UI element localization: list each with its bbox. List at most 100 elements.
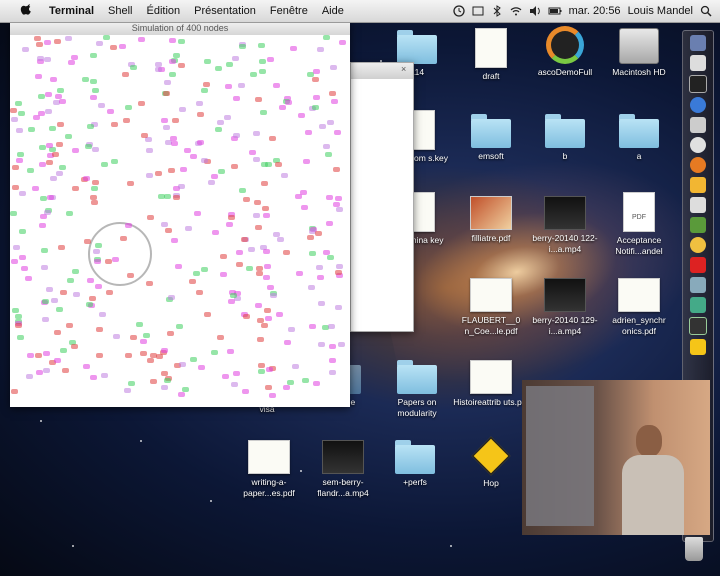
finder-icon[interactable] <box>690 35 706 51</box>
simulation-node <box>262 206 269 211</box>
menu-clock[interactable]: mar. 20:56 <box>569 5 621 17</box>
simulation-window[interactable]: Simulation of 400 nodes <box>10 21 350 407</box>
mail-icon[interactable] <box>690 117 706 133</box>
menu-aide[interactable]: Aide <box>315 5 351 17</box>
simulation-node <box>87 278 94 283</box>
desktop-icon-label: FLAUBERT__0 n_Coe...le.pdf <box>461 315 521 336</box>
presenter <box>622 425 684 535</box>
simulation-node <box>138 37 145 42</box>
simulation-node <box>40 196 47 201</box>
contacts-icon[interactable] <box>690 197 706 213</box>
simulation-node <box>67 278 74 283</box>
desktop-icon-label: Papers on modularity <box>397 397 437 418</box>
desktop-icon-filliatre[interactable]: filliatre.pdf <box>452 196 530 244</box>
background-window[interactable]: × <box>350 62 414 332</box>
system-preferences-icon[interactable] <box>690 297 706 313</box>
simulation-node <box>242 389 249 394</box>
simulation-node <box>263 249 270 254</box>
preview-icon[interactable] <box>690 277 706 293</box>
simulation-node <box>98 103 105 108</box>
simulation-canvas[interactable] <box>10 35 350 407</box>
wifi-icon[interactable] <box>510 5 522 17</box>
menu-fenetre[interactable]: Fenêtre <box>263 5 315 17</box>
simulation-node <box>36 42 43 47</box>
hop-app-icon[interactable] <box>690 339 706 355</box>
desktop-icon-berry-20140129[interactable]: berry-20140 129-i...a.mp4 <box>526 278 604 337</box>
simulation-node <box>253 157 260 162</box>
folder-icon <box>471 114 511 148</box>
simulation-node <box>147 358 154 363</box>
desktop-icon-sem-berry-flandr[interactable]: sem-berry- flandr...a.mp4 <box>304 440 382 499</box>
menu-edition[interactable]: Édition <box>140 5 188 17</box>
desktop-icon-berry-20140122[interactable]: berry-20140 122-i...a.mp4 <box>526 196 604 255</box>
simulation-node <box>49 126 56 131</box>
battery-icon[interactable] <box>548 5 562 17</box>
pdf-file-icon <box>470 360 512 394</box>
bluetooth-icon[interactable] <box>491 5 503 17</box>
desktop-icon-adrien-synchronics[interactable]: adrien_synchr onics.pdf <box>600 278 678 337</box>
simulation-node <box>90 79 97 84</box>
simulation-node <box>238 83 245 88</box>
kangaroo-sign-icon <box>452 434 530 478</box>
simulation-node <box>161 385 168 390</box>
simulation-node <box>196 101 203 106</box>
calendar-icon[interactable] <box>690 217 706 233</box>
desktop-icon-macintosh-hd[interactable]: Macintosh HD <box>600 28 678 78</box>
simulation-node <box>179 362 186 367</box>
simulation-node <box>90 53 97 58</box>
desktop-icon-perfs[interactable]: +perfs <box>376 440 454 488</box>
spotlight-icon[interactable] <box>700 5 712 17</box>
safari-icon[interactable] <box>690 97 706 113</box>
desktop-icon-ascodemofull[interactable]: ascoDemoFull <box>526 26 604 78</box>
simulation-node <box>259 69 266 74</box>
desktop-icon-b[interactable]: b <box>526 114 604 162</box>
simulation-window-title[interactable]: Simulation of 400 nodes <box>10 21 350 35</box>
menu-app-name[interactable]: Terminal <box>42 5 101 17</box>
menu-user[interactable]: Louis Mandel <box>628 5 693 17</box>
simulation-node <box>130 65 137 70</box>
desktop-icon-papers-on-modularity[interactable]: Papers on modularity <box>378 360 456 419</box>
desktop-icon-a[interactable]: a <box>600 114 678 162</box>
simulation-node <box>156 354 163 359</box>
close-icon[interactable]: × <box>401 65 410 74</box>
itunes-icon[interactable] <box>690 137 706 153</box>
launchpad-icon[interactable] <box>690 55 706 71</box>
simulation-node <box>328 324 335 329</box>
volume-icon[interactable] <box>529 5 541 17</box>
desktop-icon-flaubert[interactable]: FLAUBERT__0 n_Coe...le.pdf <box>452 278 530 337</box>
simulation-node <box>141 133 148 138</box>
simulation-node <box>161 222 168 227</box>
activity-monitor-icon[interactable] <box>689 317 707 335</box>
simulation-node <box>178 184 185 189</box>
desktop-icon-histoireattributs[interactable]: Histoireattrib uts.pdf <box>452 360 530 408</box>
desktop-icon-writing-a-paper[interactable]: writing-a- paper...es.pdf <box>230 440 308 499</box>
simulation-node <box>239 188 246 193</box>
simulation-node <box>198 365 205 370</box>
app-status-icon[interactable] <box>472 5 484 17</box>
folder-icon <box>619 114 659 148</box>
apple-icon[interactable] <box>20 4 34 18</box>
simulation-node <box>243 197 250 202</box>
terminal-icon[interactable] <box>689 75 707 93</box>
simulation-node <box>204 59 211 64</box>
simulation-node <box>197 140 204 145</box>
notes-icon[interactable] <box>690 177 706 193</box>
menu-shell[interactable]: Shell <box>101 5 139 17</box>
simulation-node <box>292 364 299 369</box>
desktop-icon-draft[interactable]: draft <box>452 28 530 82</box>
chrome-icon[interactable] <box>690 237 706 253</box>
time-machine-icon[interactable] <box>452 5 465 17</box>
simulation-node <box>171 141 178 146</box>
firefox-icon[interactable] <box>690 157 706 173</box>
acrobat-icon[interactable] <box>690 257 706 273</box>
desktop-icon-hop[interactable]: Hop <box>452 434 530 489</box>
simulation-node <box>95 284 102 289</box>
desktop-icon-emsoft[interactable]: emsoft <box>452 114 530 162</box>
desktop-icon-acceptance[interactable]: PDF Acceptance Notifi...andel <box>600 192 678 257</box>
simulation-node <box>164 378 171 383</box>
simulation-node <box>277 237 284 242</box>
menu-presentation[interactable]: Présentation <box>187 5 263 17</box>
desktop-icon-label: Acceptance Notifi...andel <box>615 235 663 256</box>
trash-icon[interactable] <box>685 537 703 561</box>
desktop-icon-label: berry-20140 129-i...a.mp4 <box>532 315 598 336</box>
